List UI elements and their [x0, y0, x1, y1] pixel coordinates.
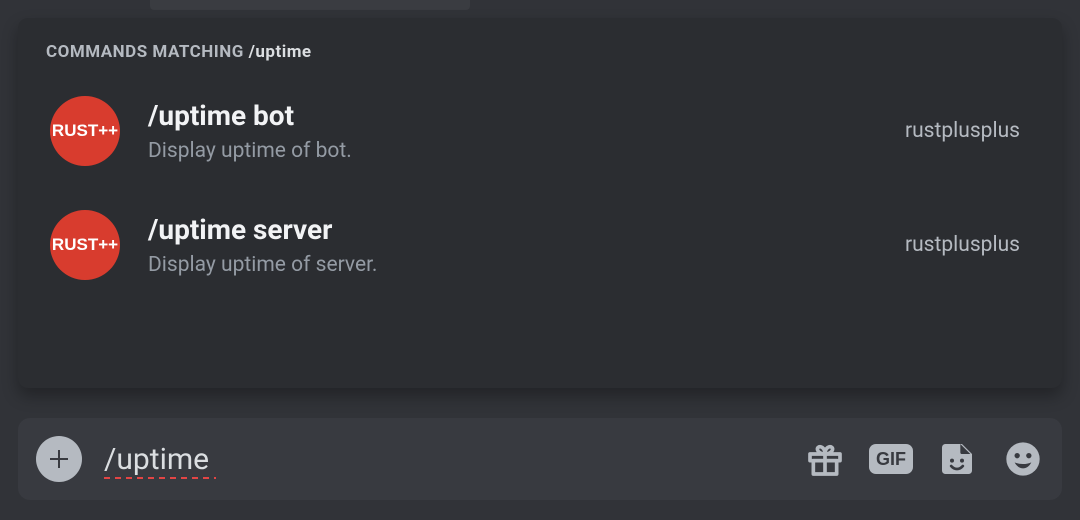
emoji-icon: [1003, 439, 1043, 479]
suggestions-header-term: /uptime: [249, 42, 312, 62]
gift-icon: [805, 439, 845, 479]
command-description: Display uptime of bot.: [148, 139, 877, 163]
bot-avatar-label: RUST++: [52, 235, 118, 255]
command-source: rustplusplus: [905, 233, 1030, 257]
message-input[interactable]: /uptime: [104, 442, 782, 477]
command-text: /uptime server Display uptime of server.: [148, 213, 877, 277]
command-text: /uptime bot Display uptime of bot.: [148, 99, 877, 163]
tab-stub: [150, 0, 470, 10]
command-name: /uptime bot: [148, 99, 877, 133]
bot-avatar-icon: RUST++: [50, 210, 120, 280]
command-item[interactable]: RUST++ /uptime server Display uptime of …: [46, 204, 1034, 286]
spellcheck-underline: [104, 477, 216, 479]
sticker-button[interactable]: [936, 438, 978, 480]
bot-avatar-label: RUST++: [52, 121, 118, 141]
gift-button[interactable]: [804, 438, 846, 480]
emoji-button[interactable]: [1002, 438, 1044, 480]
message-input-value: /uptime: [104, 442, 209, 477]
command-source: rustplusplus: [905, 119, 1030, 143]
command-item[interactable]: RUST++ /uptime bot Display uptime of bot…: [46, 90, 1034, 172]
bot-avatar-icon: RUST++: [50, 96, 120, 166]
sticker-icon: [937, 439, 977, 479]
gif-button[interactable]: GIF: [870, 438, 912, 480]
command-list: RUST++ /uptime bot Display uptime of bot…: [46, 90, 1034, 286]
command-suggestions-panel: Commands matching /uptime RUST++ /uptime…: [18, 18, 1062, 388]
command-name: /uptime server: [148, 213, 877, 247]
plus-icon: [47, 447, 71, 471]
command-description: Display uptime of server.: [148, 253, 877, 277]
message-input-bar: /uptime GIF: [18, 418, 1062, 500]
gif-icon: GIF: [869, 444, 913, 474]
suggestions-header-prefix: Commands matching: [46, 42, 249, 62]
app-root: Commands matching /uptime RUST++ /uptime…: [0, 0, 1080, 520]
attach-button[interactable]: [36, 436, 82, 482]
input-actions: GIF: [804, 438, 1044, 480]
suggestions-header: Commands matching /uptime: [46, 42, 1034, 62]
